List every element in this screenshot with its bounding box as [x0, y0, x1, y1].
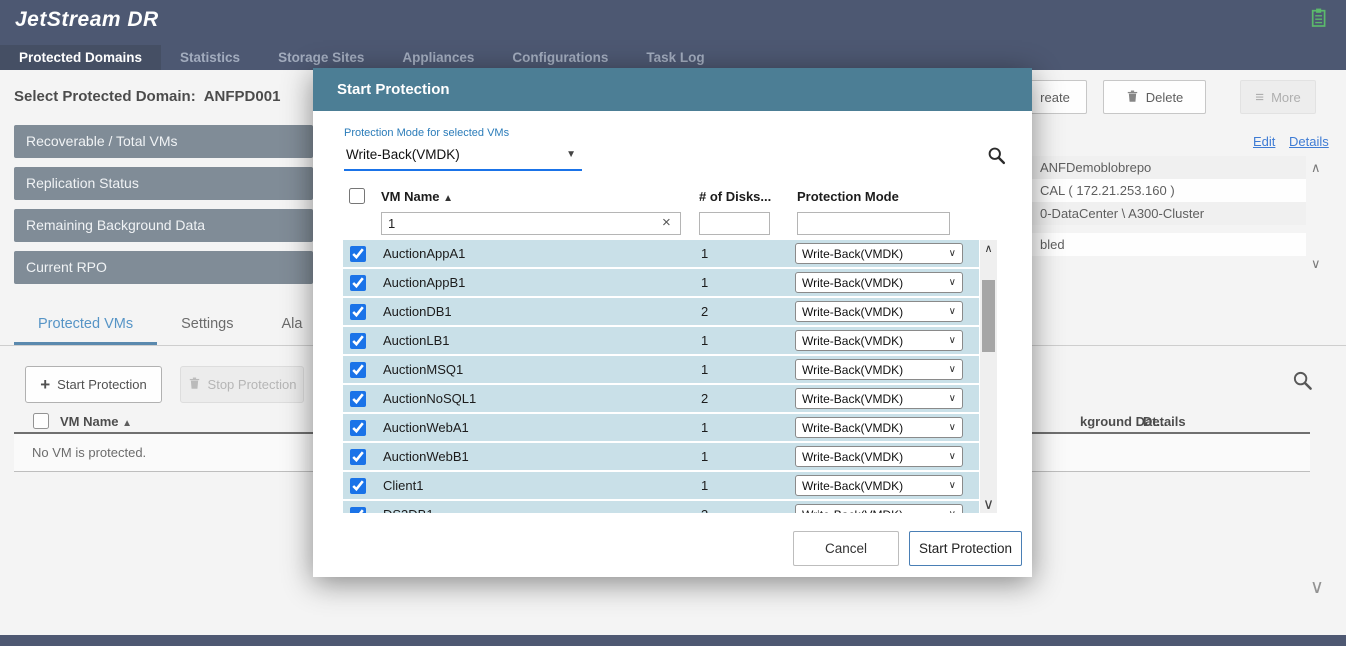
jetstream-dr-app: JetStream DR Protected Domains Statistic… — [0, 0, 1346, 646]
vm-disk-count: 2 — [701, 391, 795, 406]
vm-name-filter-input[interactable] — [381, 212, 681, 235]
modal-vm-name-header-label: VM Name — [381, 189, 440, 204]
vm-protection-mode-value: Write-Back(VMDK) — [802, 479, 903, 493]
vm-protection-mode-value: Write-Back(VMDK) — [802, 508, 903, 514]
modal-vm-list: AuctionAppA1 1 Write-Back(VMDK) ∨ Auctio… — [343, 240, 979, 513]
vm-disk-count: 1 — [701, 449, 795, 464]
cancel-button[interactable]: Cancel — [793, 531, 899, 566]
chevron-down-icon: ∨ — [949, 422, 956, 433]
vm-protection-mode-value: Write-Back(VMDK) — [802, 421, 903, 435]
vm-row-checkbox[interactable] — [350, 420, 366, 436]
vm-row[interactable]: AuctionNoSQL1 2 Write-Back(VMDK) ∨ — [343, 385, 979, 412]
vm-row-checkbox[interactable] — [350, 333, 366, 349]
vm-disk-count: 1 — [701, 275, 795, 290]
chevron-down-icon: ∨ — [949, 306, 956, 317]
vm-name: AuctionAppB1 — [383, 275, 701, 290]
scrollbar-thumb[interactable] — [982, 280, 995, 352]
vm-row[interactable]: DS3DB1 3 Write-Back(VMDK) ∨ — [343, 501, 979, 513]
vm-name: AuctionLB1 — [383, 333, 701, 348]
vm-protection-mode-value: Write-Back(VMDK) — [802, 305, 903, 319]
modal-column-disks[interactable]: # of Disks... — [699, 189, 771, 204]
vm-row[interactable]: AuctionDB1 2 Write-Back(VMDK) ∨ — [343, 298, 979, 325]
scroll-up-icon[interactable]: ∧ — [980, 242, 997, 255]
vm-name: AuctionWebA1 — [383, 420, 701, 435]
vm-disk-count: 1 — [701, 478, 795, 493]
start-protection-submit-button[interactable]: Start Protection — [909, 531, 1022, 566]
vm-row[interactable]: AuctionWebA1 1 Write-Back(VMDK) ∨ — [343, 414, 979, 441]
chevron-down-icon: ∨ — [949, 393, 956, 404]
vm-row-checkbox[interactable] — [350, 246, 366, 262]
vm-disk-count: 1 — [701, 333, 795, 348]
vm-protection-mode-value: Write-Back(VMDK) — [802, 334, 903, 348]
protection-mode-label: Protection Mode for selected VMs — [344, 127, 509, 139]
modal-select-all-checkbox[interactable] — [349, 188, 365, 204]
vm-protection-mode-select[interactable]: Write-Back(VMDK) ∨ — [795, 243, 963, 264]
vm-name: AuctionWebB1 — [383, 449, 701, 464]
vm-row-checkbox[interactable] — [350, 304, 366, 320]
vm-protection-mode-value: Write-Back(VMDK) — [802, 450, 903, 464]
modal-column-protection-mode[interactable]: Protection Mode — [797, 189, 899, 204]
vm-protection-mode-select[interactable]: Write-Back(VMDK) ∨ — [795, 388, 963, 409]
vm-row-checkbox[interactable] — [350, 391, 366, 407]
vm-disk-count: 2 — [701, 304, 795, 319]
search-icon[interactable] — [987, 146, 1006, 170]
chevron-down-icon: ∨ — [949, 277, 956, 288]
chevron-down-icon: ∨ — [949, 248, 956, 259]
vm-name: AuctionDB1 — [383, 304, 701, 319]
vm-row[interactable]: Client1 1 Write-Back(VMDK) ∨ — [343, 472, 979, 499]
vm-protection-mode-value: Write-Back(VMDK) — [802, 363, 903, 377]
vm-disk-count: 1 — [701, 362, 795, 377]
protection-mode-value: Write-Back(VMDK) — [346, 147, 460, 162]
chevron-down-icon: ∨ — [949, 509, 956, 513]
vm-protection-mode-select[interactable]: Write-Back(VMDK) ∨ — [795, 301, 963, 322]
disks-filter-input[interactable] — [699, 212, 770, 235]
vm-protection-mode-select[interactable]: Write-Back(VMDK) ∨ — [795, 417, 963, 438]
modal-column-vm-name[interactable]: VM Name ▲ — [381, 189, 453, 204]
vm-row-checkbox[interactable] — [350, 478, 366, 494]
vm-row-checkbox[interactable] — [350, 449, 366, 465]
protection-mode-select[interactable]: Write-Back(VMDK) ▼ — [344, 144, 582, 171]
scroll-down-icon[interactable]: ∨ — [980, 495, 997, 513]
chevron-down-icon: ∨ — [949, 480, 956, 491]
vm-protection-mode-value: Write-Back(VMDK) — [802, 247, 903, 261]
vm-disk-count: 1 — [701, 246, 795, 261]
vm-row[interactable]: AuctionWebB1 1 Write-Back(VMDK) ∨ — [343, 443, 979, 470]
vm-protection-mode-select[interactable]: Write-Back(VMDK) ∨ — [795, 504, 963, 513]
vm-protection-mode-select[interactable]: Write-Back(VMDK) ∨ — [795, 359, 963, 380]
vm-protection-mode-select[interactable]: Write-Back(VMDK) ∨ — [795, 330, 963, 351]
chevron-down-icon: ∨ — [949, 451, 956, 462]
chevron-down-icon: ∨ — [949, 335, 956, 346]
vm-row-checkbox[interactable] — [350, 362, 366, 378]
vm-name: AuctionAppA1 — [383, 246, 701, 261]
start-protection-dialog: Start Protection Protection Mode for sel… — [313, 68, 1032, 577]
clear-filter-icon[interactable]: × — [662, 214, 671, 231]
vm-disk-count: 1 — [701, 420, 795, 435]
vm-row-checkbox[interactable] — [350, 507, 366, 514]
vm-name: DS3DB1 — [383, 507, 701, 513]
vm-protection-mode-value: Write-Back(VMDK) — [802, 392, 903, 406]
dialog-title: Start Protection — [313, 68, 1032, 111]
vm-protection-mode-select[interactable]: Write-Back(VMDK) ∨ — [795, 446, 963, 467]
modal-scrollbar[interactable]: ∧ ∨ — [980, 240, 997, 513]
vm-name: AuctionMSQ1 — [383, 362, 701, 377]
vm-protection-mode-select[interactable]: Write-Back(VMDK) ∨ — [795, 272, 963, 293]
vm-protection-mode-select[interactable]: Write-Back(VMDK) ∨ — [795, 475, 963, 496]
vm-disk-count: 3 — [701, 507, 795, 513]
chevron-down-icon: ∨ — [949, 364, 956, 375]
vm-name: Client1 — [383, 478, 701, 493]
vm-row[interactable]: AuctionAppA1 1 Write-Back(VMDK) ∨ — [343, 240, 979, 267]
sort-asc-icon: ▲ — [443, 193, 453, 204]
vm-name: AuctionNoSQL1 — [383, 391, 701, 406]
mode-filter-input[interactable] — [797, 212, 950, 235]
dropdown-arrow-icon: ▼ — [566, 149, 576, 160]
vm-row[interactable]: AuctionAppB1 1 Write-Back(VMDK) ∨ — [343, 269, 979, 296]
vm-protection-mode-value: Write-Back(VMDK) — [802, 276, 903, 290]
dialog-header: Start Protection — [313, 68, 1032, 111]
vm-row[interactable]: AuctionMSQ1 1 Write-Back(VMDK) ∨ — [343, 356, 979, 383]
vm-row-checkbox[interactable] — [350, 275, 366, 291]
vm-row[interactable]: AuctionLB1 1 Write-Back(VMDK) ∨ — [343, 327, 979, 354]
